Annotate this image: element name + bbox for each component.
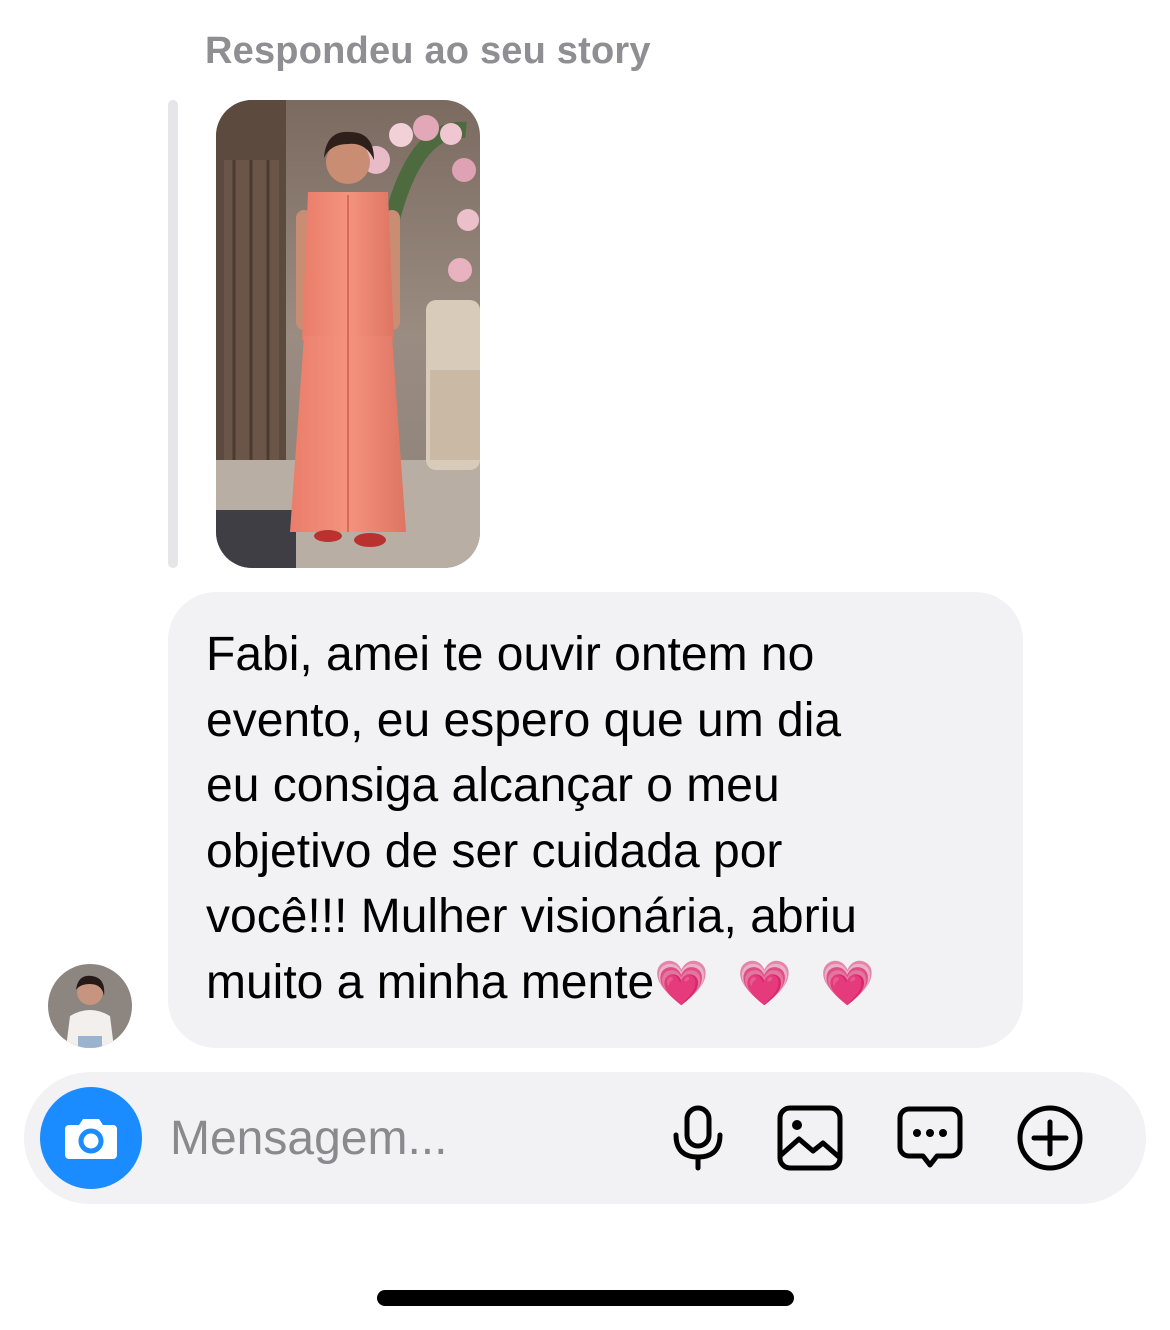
microphone-icon: [673, 1105, 723, 1171]
message-line-4: objetivo de ser cuidada por: [206, 824, 783, 878]
message-line-3: eu consiga alcançar o meu: [206, 759, 780, 812]
camera-button[interactable]: [40, 1087, 142, 1189]
camera-icon: [65, 1119, 117, 1159]
heart-emoji: 💗 💗 💗: [654, 958, 884, 1008]
add-plus-icon: [1017, 1105, 1083, 1171]
home-indicator: [377, 1290, 794, 1306]
sticker-chat-icon: [897, 1106, 963, 1168]
avatar-image: [48, 964, 132, 1048]
message-input[interactable]: [170, 1105, 610, 1171]
story-thumbnail[interactable]: [216, 100, 480, 568]
message-line-2: evento, eu espero que um dia: [206, 693, 842, 747]
gallery-icon: [777, 1105, 843, 1171]
message-line-1: Fabi, amei te ouvir ontem no: [206, 628, 815, 681]
gallery-button[interactable]: [776, 1104, 844, 1172]
reply-context-label: Respondeu ao seu story: [205, 30, 651, 72]
message-line-5: você!!! Mulher visionária, abriu: [206, 890, 857, 943]
microphone-button[interactable]: [664, 1104, 732, 1172]
message-line-6-text: muito a minha mente: [206, 955, 655, 1009]
message-composer: [24, 1072, 1146, 1204]
quote-bar: [168, 100, 178, 568]
add-button[interactable]: [1016, 1104, 1084, 1172]
sender-avatar[interactable]: [48, 964, 132, 1048]
story-image: [216, 100, 480, 568]
sticker-chat-button[interactable]: [896, 1104, 964, 1172]
message-line-6: muito a minha mente💗 💗 💗: [206, 950, 987, 1017]
message-bubble[interactable]: Fabi, amei te ouvir ontem no evento, eu …: [168, 592, 1023, 1048]
